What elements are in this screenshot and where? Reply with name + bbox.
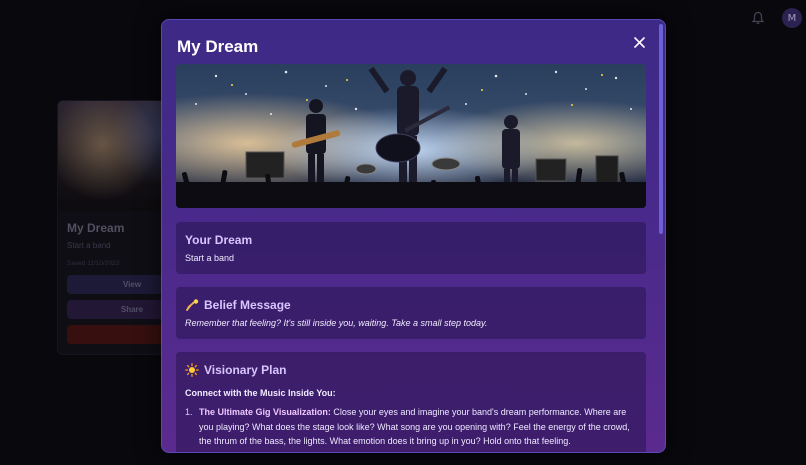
close-icon [633, 36, 645, 48]
belief-message-section: Belief Message Remember that feeling? It… [176, 287, 646, 339]
visionary-plan-section: Visionary Plan Connect with the Music In… [176, 352, 646, 452]
visionary-plan-subtitle: Connect with the Music Inside You: [185, 388, 336, 398]
list-item-heading: The Ultimate Gig Visualization: [199, 407, 331, 417]
belief-message-heading: Belief Message [185, 298, 291, 312]
belief-message-title: Belief Message [204, 298, 291, 312]
your-dream-text: Start a band [185, 253, 235, 263]
scrollbar-thumb[interactable] [659, 24, 663, 234]
your-dream-section: Your Dream Start a band [176, 222, 646, 274]
dream-hero-image [176, 64, 646, 208]
modal-scrollbar[interactable] [659, 24, 663, 449]
list-item: 1. The Ultimate Gig Visualization: Close… [185, 405, 635, 449]
visionary-plan-title: Visionary Plan [204, 363, 287, 377]
visionary-plan-heading: Visionary Plan [185, 363, 286, 377]
list-item-text: The Ultimate Gig Visualization: Close yo… [199, 405, 635, 449]
close-button[interactable] [631, 34, 647, 50]
your-dream-title: Your Dream [185, 233, 253, 247]
dream-modal: My Dream Your Dream Start a band Belief … [161, 19, 666, 453]
sun-icon [185, 363, 199, 377]
shooting-star-icon [185, 298, 199, 312]
list-item-number: 1. [185, 407, 193, 417]
modal-title: My Dream [177, 37, 259, 56]
belief-message-text: Remember that feeling? It's still inside… [185, 318, 488, 328]
